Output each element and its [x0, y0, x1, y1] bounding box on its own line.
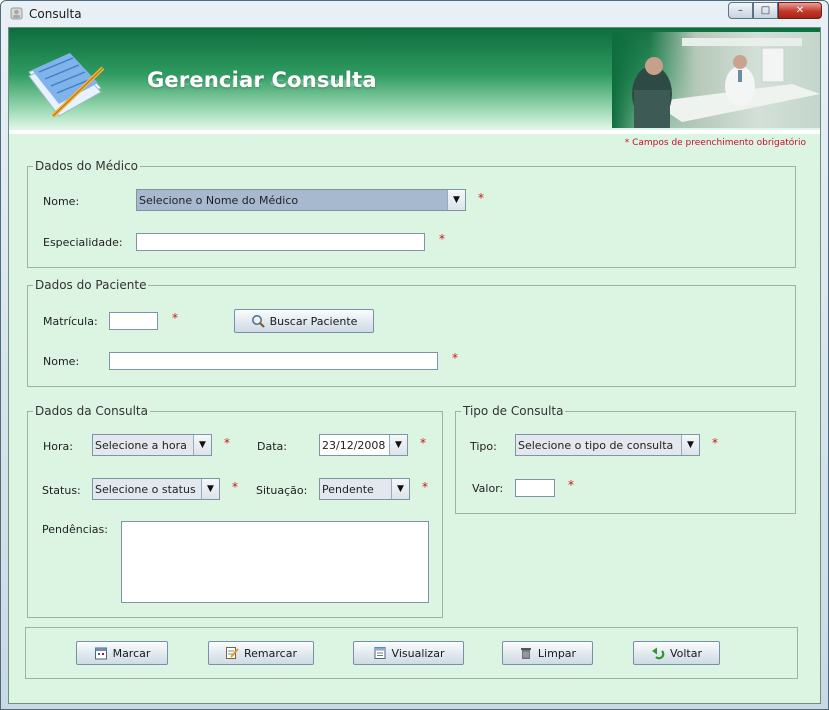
status-value: Selecione o status: [95, 482, 196, 496]
tipo-value: Selecione o tipo de consulta: [518, 438, 674, 452]
marcar-label: Marcar: [112, 646, 151, 660]
buscar-paciente-button[interactable]: Buscar Paciente: [234, 309, 374, 333]
medico-nome-select[interactable]: Selecione o Nome do Médico ▼: [136, 189, 466, 211]
trash-icon: [520, 648, 531, 659]
data-label: Data:: [257, 440, 287, 453]
chevron-down-icon[interactable]: ▼: [447, 190, 465, 210]
remarcar-label: Remarcar: [244, 646, 297, 660]
title-bar[interactable]: Consulta – □ ✕: [1, 1, 828, 27]
hora-label: Hora:: [43, 440, 73, 453]
required-mark: *: [172, 311, 178, 325]
consulta-panel: Dados da Consulta Hora: Selecione a hora…: [27, 404, 443, 618]
situacao-label: Situação:: [256, 484, 308, 497]
required-mark: *: [422, 480, 428, 494]
paciente-nome-field[interactable]: [109, 352, 438, 370]
limpar-label: Limpar: [537, 646, 577, 660]
required-mark: *: [232, 480, 238, 494]
required-fields-note: * Campos de preenchimento obrigatório: [624, 138, 806, 148]
required-mark: *: [568, 478, 574, 492]
required-mark: *: [452, 351, 458, 365]
especialidade-field[interactable]: [136, 233, 425, 251]
data-value: 23/12/2008: [322, 438, 386, 452]
pendencias-label: Pendências:: [42, 523, 108, 536]
especialidade-label: Especialidade:: [43, 236, 123, 249]
hora-select[interactable]: Selecione a hora ▼: [92, 434, 212, 456]
paciente-panel: Dados do Paciente Matrícula: * Buscar Pa…: [27, 278, 796, 387]
voltar-label: Voltar: [669, 646, 703, 660]
actions-panel: Marcar Remarcar Visualizar Limpar Voltar: [25, 627, 798, 679]
hora-value: Selecione a hora: [95, 438, 187, 452]
chevron-down-icon[interactable]: ▼: [391, 479, 409, 499]
status-select[interactable]: Selecione o status ▼: [92, 478, 220, 500]
required-mark: *: [439, 232, 445, 246]
medico-nome-value: Selecione o Nome do Médico: [139, 193, 299, 207]
chevron-down-icon[interactable]: ▼: [681, 435, 699, 455]
banner-separator: [9, 130, 820, 134]
window-controls: – □ ✕: [728, 2, 822, 20]
tipo-select[interactable]: Selecione o tipo de consulta ▼: [515, 434, 700, 456]
maximize-button[interactable]: □: [753, 2, 778, 19]
visualizar-label: Visualizar: [391, 646, 445, 660]
minimize-button[interactable]: –: [728, 2, 753, 19]
situacao-select[interactable]: Pendente ▼: [319, 478, 410, 500]
valor-label: Valor:: [472, 482, 504, 495]
situacao-value: Pendente: [322, 482, 374, 496]
medico-panel: Dados do Médico Nome: Selecione o Nome d…: [27, 159, 796, 268]
notebook-icon: [28, 53, 105, 119]
consultation-photo: [612, 32, 820, 128]
edit-icon: [226, 647, 239, 659]
valor-field[interactable]: [515, 479, 555, 497]
required-mark: *: [420, 436, 426, 450]
client-area: Gerenciar Consulta Gerenciar Consulta * …: [8, 27, 821, 704]
marcar-button[interactable]: Marcar: [76, 641, 168, 665]
required-mark: *: [478, 191, 484, 205]
chevron-down-icon[interactable]: ▼: [201, 479, 219, 499]
consulta-window: Consulta – □ ✕ Gerenciar Consulta Gerenc…: [0, 0, 829, 710]
required-mark: *: [224, 436, 230, 450]
buscar-paciente-label: Buscar Paciente: [269, 314, 358, 328]
pendencias-textarea[interactable]: [121, 521, 429, 603]
tipo-panel-title: Tipo de Consulta: [461, 404, 566, 418]
matricula-label: Matrícula:: [43, 315, 98, 328]
medico-nome-label: Nome:: [43, 195, 80, 208]
data-picker[interactable]: 23/12/2008 ▼: [319, 434, 408, 456]
paciente-panel-title: Dados do Paciente: [33, 278, 149, 292]
matricula-field[interactable]: [109, 312, 158, 330]
window-title: Consulta: [29, 7, 82, 21]
voltar-button[interactable]: Voltar: [633, 641, 720, 665]
medico-panel-title: Dados do Médico: [33, 159, 141, 173]
status-label: Status:: [42, 484, 81, 497]
paciente-nome-label: Nome:: [43, 355, 80, 368]
tipo-panel: Tipo de Consulta Tipo: Selecione o tipo …: [455, 404, 796, 514]
required-mark: *: [712, 436, 718, 450]
document-icon: [374, 647, 386, 659]
limpar-button[interactable]: Limpar: [502, 641, 593, 665]
back-arrow-icon: [651, 647, 665, 660]
page-title: Gerenciar Consulta: [147, 68, 377, 92]
calendar-icon: [94, 647, 107, 660]
tipo-label: Tipo:: [470, 440, 497, 453]
header-banner: Gerenciar Consulta Gerenciar Consulta: [9, 28, 820, 130]
chevron-down-icon[interactable]: ▼: [389, 435, 407, 455]
remarcar-button[interactable]: Remarcar: [208, 641, 314, 665]
app-icon: [10, 7, 23, 20]
search-icon: [251, 315, 265, 328]
close-button[interactable]: ✕: [778, 2, 822, 19]
chevron-down-icon[interactable]: ▼: [193, 435, 211, 455]
visualizar-button[interactable]: Visualizar: [353, 641, 464, 665]
consulta-panel-title: Dados da Consulta: [33, 404, 150, 418]
